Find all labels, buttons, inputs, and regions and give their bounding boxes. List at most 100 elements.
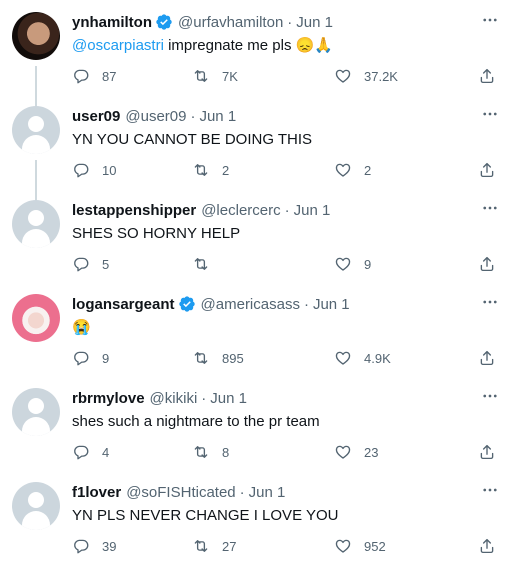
retweet-icon [194,70,208,82]
tweet-actions: 9 895 4.9K [72,348,498,368]
reply-count: 9 [102,350,110,366]
tweet-text: YN PLS NEVER CHANGE I LOVE YOU [72,506,338,526]
more-options-icon[interactable] [480,104,500,124]
reply-icon [74,351,89,366]
retweet-icon [194,446,208,458]
mention-link[interactable]: @oscarpiastri [72,37,164,54]
retweet-count: 2 [222,162,230,178]
tweet-body: shes such a nightmare to the pr team [72,413,320,430]
more-options-icon[interactable] [480,10,500,30]
like-count: 37.2K [364,68,398,84]
user-handle[interactable]: @urfavhamilton [178,14,283,31]
share-icon [480,162,494,178]
like-button[interactable]: 37.2K [334,66,398,86]
reply-icon [74,257,89,272]
share-icon [480,256,494,272]
tweet-text: SHES SO HORNY HELP [72,224,240,244]
avatar[interactable] [12,482,60,530]
tweet[interactable]: lestappenshipper @leclercerc · Jun 1 SHE… [0,188,512,282]
user-handle[interactable]: @americasass [201,296,300,313]
reply-icon [74,539,89,554]
display-name[interactable]: f1lover [72,484,121,501]
more-options-icon[interactable] [480,480,500,500]
like-button[interactable]: 952 [334,536,386,556]
retweet-count: 7K [222,68,238,84]
retweet-button[interactable]: 7K [192,66,238,86]
avatar[interactable] [12,200,60,248]
retweet-count: 27 [222,538,237,554]
share-button[interactable] [478,536,496,556]
tweet-date[interactable]: Jun 1 [294,202,331,219]
reply-button[interactable]: 39 [72,536,116,556]
like-count: 2 [364,162,372,178]
separator-dot: · [239,483,245,501]
reply-button[interactable]: 87 [72,66,116,86]
like-count: 9 [364,256,372,272]
tweet-date[interactable]: Jun 1 [313,296,350,313]
display-name[interactable]: rbrmylove [72,390,145,407]
retweet-button[interactable] [192,254,222,274]
tweet[interactable]: logansargeant @americasass · Jun 1 😭 9 8… [0,282,512,376]
avatar[interactable] [12,294,60,342]
share-button[interactable] [478,254,496,274]
tweet-text: shes such a nightmare to the pr team [72,412,320,432]
retweet-button[interactable]: 2 [192,160,229,180]
share-icon [480,350,494,366]
reply-button[interactable]: 5 [72,254,109,274]
heart-icon [335,351,351,365]
retweet-button[interactable]: 27 [192,536,236,556]
like-button[interactable]: 9 [334,254,371,274]
reply-button[interactable]: 9 [72,348,109,368]
share-button[interactable] [478,348,496,368]
reply-icon [74,445,89,460]
verified-badge-icon [178,296,195,312]
user-handle[interactable]: @user09 [125,108,186,125]
display-name[interactable]: lestappenshipper [72,202,196,219]
reply-button[interactable]: 4 [72,442,109,462]
share-button[interactable] [478,442,496,462]
display-name[interactable]: user09 [72,108,120,125]
share-button[interactable] [478,66,496,86]
like-button[interactable]: 2 [334,160,371,180]
separator-dot: · [284,201,290,219]
heart-icon [335,539,351,553]
retweet-count: 8 [222,444,230,460]
heart-icon [335,257,351,271]
tweet-text: YN YOU CANNOT BE DOING THIS [72,130,312,150]
user-handle[interactable]: @kikiki [150,390,198,407]
tweet-text: @oscarpiastri impregnate me pls 😞🙏 [72,36,333,56]
separator-dot: · [303,295,309,313]
more-options-icon[interactable] [480,386,500,406]
avatar[interactable] [12,106,60,154]
reply-button[interactable]: 10 [72,160,116,180]
share-button[interactable] [478,160,496,180]
retweet-button[interactable]: 8 [192,442,229,462]
heart-icon [335,445,351,459]
display-name[interactable]: ynhamilton [72,14,152,31]
more-options-icon[interactable] [480,198,500,218]
avatar[interactable] [12,388,60,436]
tweet[interactable]: user09 @user09 · Jun 1 YN YOU CANNOT BE … [0,94,512,188]
tweet-date[interactable]: Jun 1 [296,14,333,31]
retweet-icon [194,258,208,270]
reply-count: 87 [102,68,117,84]
reply-count: 5 [102,256,110,272]
avatar[interactable] [12,12,60,60]
tweet[interactable]: f1lover @soFISHticated · Jun 1 YN PLS NE… [0,470,512,564]
tweet[interactable]: rbrmylove @kikiki · Jun 1 shes such a ni… [0,376,512,470]
more-options-icon[interactable] [480,292,500,312]
tweet-actions: 39 27 952 [72,536,498,556]
user-handle[interactable]: @leclercerc [201,202,280,219]
user-handle[interactable]: @soFISHticated [126,484,235,501]
retweet-icon [194,540,208,552]
like-button[interactable]: 4.9K [334,348,391,368]
retweet-button[interactable]: 895 [192,348,244,368]
like-button[interactable]: 23 [334,442,378,462]
tweet-emoji: 😭 [72,319,91,336]
tweet[interactable]: ynhamilton @urfavhamilton · Jun 1 @oscar… [0,0,512,94]
tweet-date[interactable]: Jun 1 [199,108,236,125]
tweet-actions: 5 9 [72,254,498,274]
tweet-date[interactable]: Jun 1 [249,484,286,501]
tweet-date[interactable]: Jun 1 [210,390,247,407]
display-name[interactable]: logansargeant [72,296,175,313]
